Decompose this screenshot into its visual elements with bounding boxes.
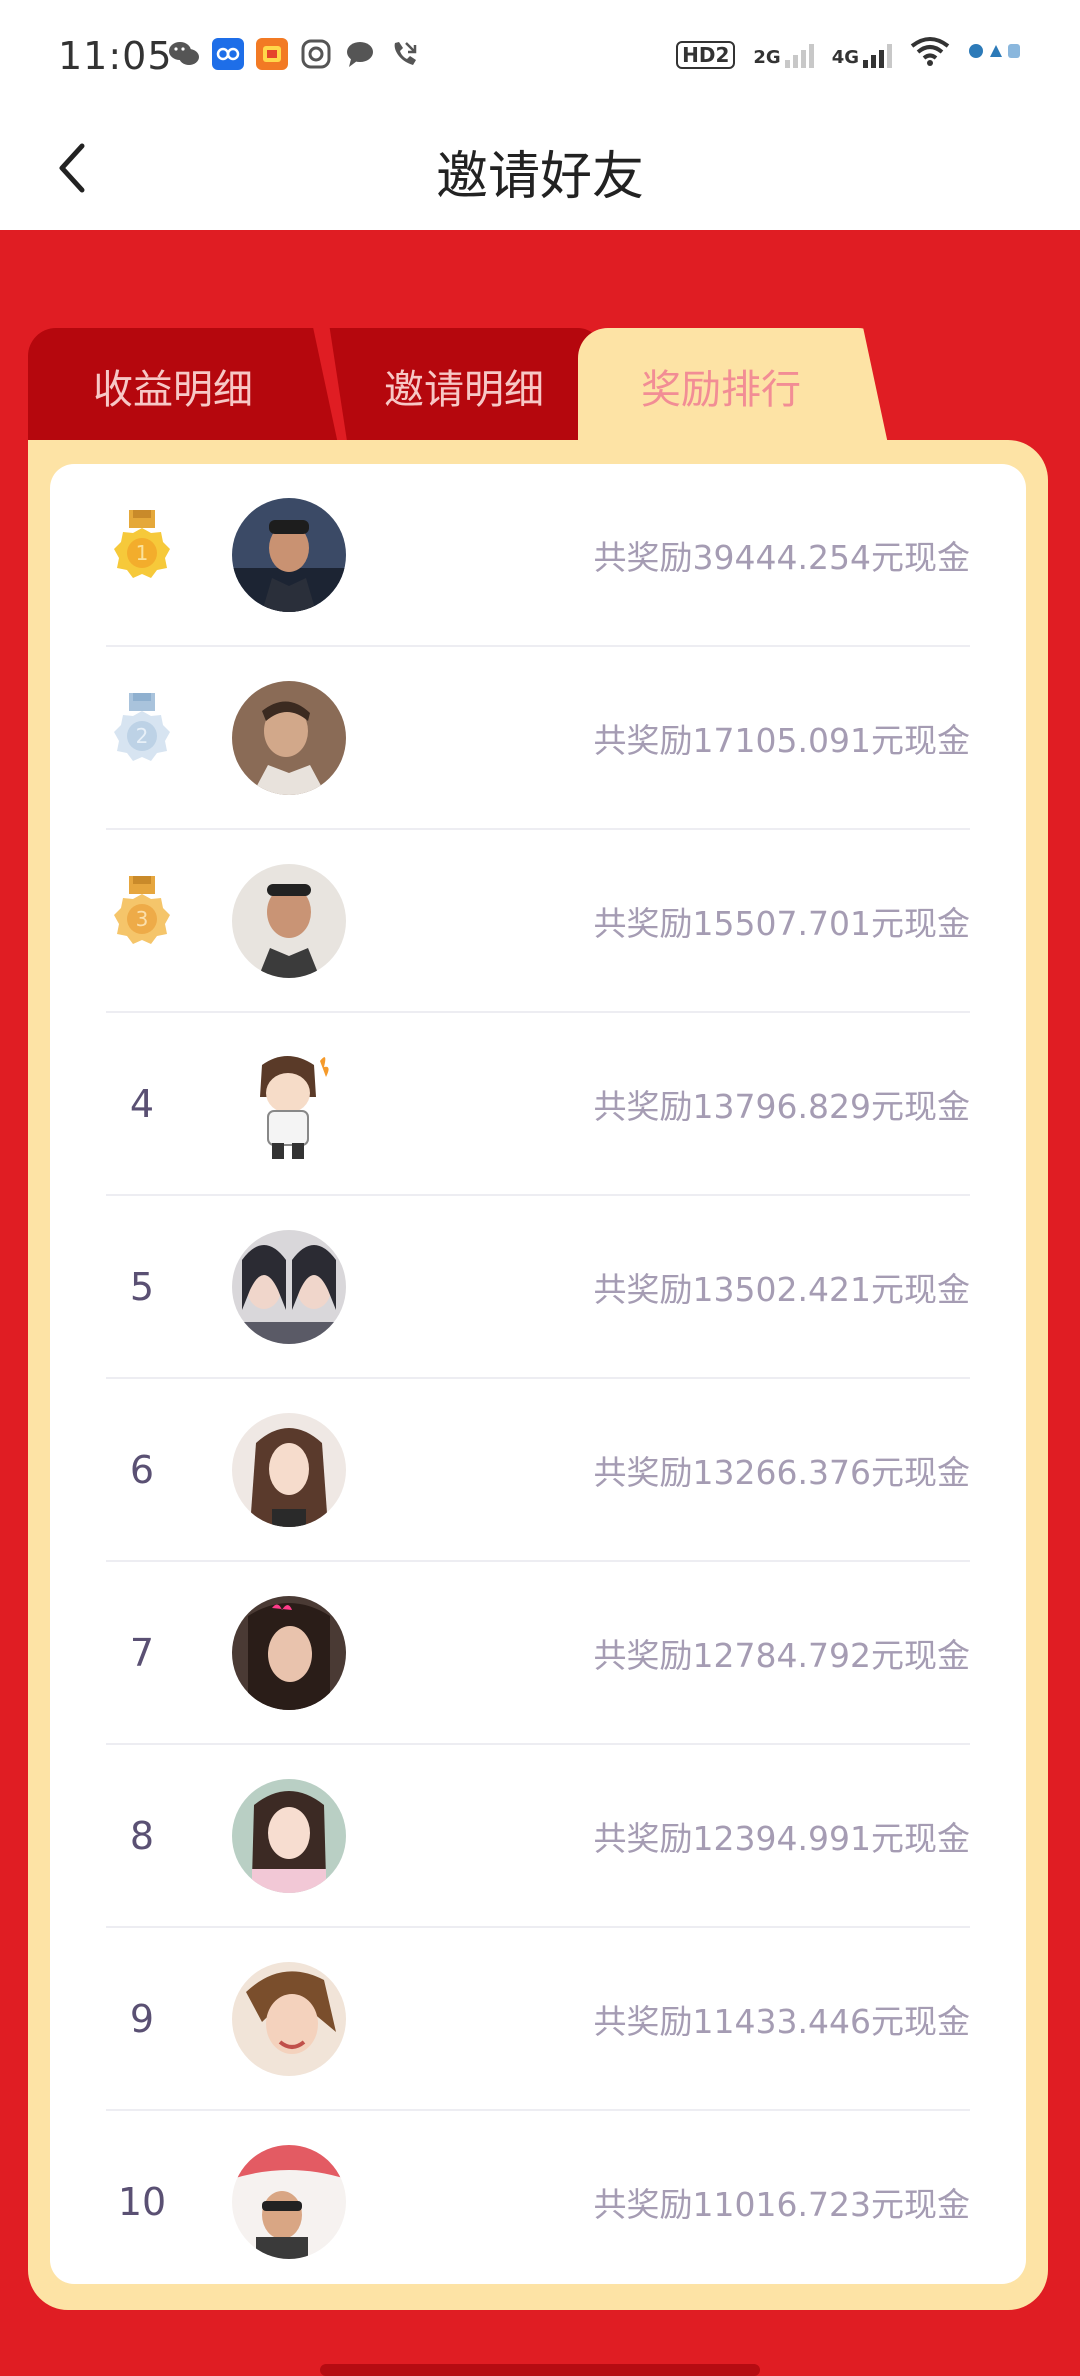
tab-earnings-detail[interactable]: 收益明细 (28, 328, 338, 444)
bronze-medal-icon: 3 (107, 874, 177, 968)
rank-number: 8 (129, 1813, 155, 1858)
rank-number: 9 (129, 1996, 155, 2041)
status-indicators: HD2 2G 4G (676, 36, 1022, 73)
ranking-row[interactable]: 2 共奖励17105.091元现金 (106, 647, 970, 830)
nav-header: 邀请好友 (0, 110, 1080, 230)
ranking-row[interactable]: 8 共奖励12394.991元现金 (106, 1745, 970, 1928)
ranking-row[interactable]: 6 共奖励13266.376元现金 (106, 1379, 970, 1562)
signal-icon (784, 42, 814, 68)
avatar (232, 2145, 346, 2259)
reward-amount: 共奖励13796.829元现金 (593, 1086, 970, 1126)
rank-badge: 6 (106, 1379, 178, 1560)
avatar (232, 1962, 346, 2076)
rank-badge: 10 (106, 2111, 178, 2284)
avatar (232, 1596, 346, 1710)
tab-label: 收益明细 (93, 367, 253, 413)
tab-reward-ranking[interactable]: 奖励排行 (578, 328, 888, 444)
rank-number: 7 (129, 1630, 155, 1675)
rank-number: 4 (129, 1081, 155, 1126)
status-bar: 11:05 HD2 2G 4G (0, 0, 1080, 110)
taobao-icon (256, 38, 288, 70)
tab-label: 邀请明细 (384, 367, 544, 413)
ranking-row[interactable]: 10 共奖励11016.723元现金 (106, 2111, 970, 2284)
avatar (232, 864, 346, 978)
wechat-icon (168, 38, 200, 70)
rank-badge: 2 (106, 647, 178, 828)
reward-amount: 共奖励17105.091元现金 (593, 720, 970, 760)
battery-icon (968, 39, 1022, 70)
rank-badge: 5 (106, 1196, 178, 1377)
svg-text:3: 3 (136, 907, 149, 931)
rank-badge: 9 (106, 1928, 178, 2109)
reward-amount: 共奖励13502.421元现金 (593, 1269, 970, 1309)
reward-amount: 共奖励11016.723元现金 (593, 2184, 970, 2224)
network-2g: 2G (753, 42, 814, 68)
message-icon (344, 38, 376, 70)
notification-icons (168, 38, 420, 70)
rank-badge: 1 (106, 464, 178, 645)
avatar (232, 1413, 346, 1527)
reward-amount: 共奖励15507.701元现金 (593, 903, 970, 943)
ranking-row[interactable]: 5 共奖励13502.421元现金 (106, 1196, 970, 1379)
network-4g-label: 4G (831, 46, 859, 68)
rank-badge: 3 (106, 830, 178, 1011)
avatar (232, 1779, 346, 1893)
home-indicator (320, 2364, 760, 2376)
tab-label: 奖励排行 (641, 367, 801, 413)
page-title: 邀请好友 (435, 147, 644, 207)
hd-badge: HD2 (676, 40, 736, 69)
ranking-row[interactable]: 7 共奖励12784.792元现金 (106, 1562, 970, 1745)
wifi-icon (910, 36, 950, 73)
silver-medal-icon: 2 (107, 691, 177, 785)
rank-number: 6 (129, 1447, 155, 1492)
rank-badge: 7 (106, 1562, 178, 1743)
network-2g-label: 2G (753, 46, 781, 68)
rank-number: 5 (129, 1264, 155, 1309)
signal-icon (863, 42, 892, 68)
avatar (232, 1230, 346, 1344)
reward-amount: 共奖励11433.446元现金 (593, 2001, 970, 2041)
ranking-row[interactable]: 1 共奖励39444.254元现金 (106, 464, 970, 647)
ranking-row[interactable]: 3 共奖励15507.701元现金 (106, 830, 970, 1013)
camera-app-icon (300, 38, 332, 70)
ranking-card: 1 共奖励39444.254元现金 2 共奖励17105.091元现金 3 共奖… (50, 464, 1026, 2284)
network-4g: 4G (832, 42, 892, 68)
avatar (232, 681, 346, 795)
ranking-panel: 1 共奖励39444.254元现金 2 共奖励17105.091元现金 3 共奖… (28, 440, 1048, 2310)
ranking-list: 1 共奖励39444.254元现金 2 共奖励17105.091元现金 3 共奖… (106, 464, 970, 2284)
reward-amount: 共奖励39444.254元现金 (593, 537, 970, 577)
reward-amount: 共奖励12394.991元现金 (593, 1818, 970, 1858)
rank-number: 10 (117, 2179, 167, 2224)
reward-amount: 共奖励13266.376元现金 (593, 1452, 970, 1492)
gold-medal-icon: 1 (107, 508, 177, 602)
app-blue-icon (212, 38, 244, 70)
avatar (232, 1047, 346, 1161)
status-time: 11:05 (58, 34, 173, 78)
svg-text:2: 2 (136, 724, 149, 748)
avatar (232, 498, 346, 612)
rank-badge: 4 (106, 1013, 178, 1194)
tab-invite-detail[interactable]: 邀请明细 (329, 328, 602, 444)
rank-badge: 8 (106, 1745, 178, 1926)
svg-text:1: 1 (136, 541, 149, 565)
missed-call-icon (388, 38, 420, 70)
ranking-row[interactable]: 9 共奖励11433.446元现金 (106, 1928, 970, 2111)
reward-amount: 共奖励12784.792元现金 (593, 1635, 970, 1675)
ranking-row[interactable]: 4 共奖励13796.829元现金 (106, 1013, 970, 1196)
